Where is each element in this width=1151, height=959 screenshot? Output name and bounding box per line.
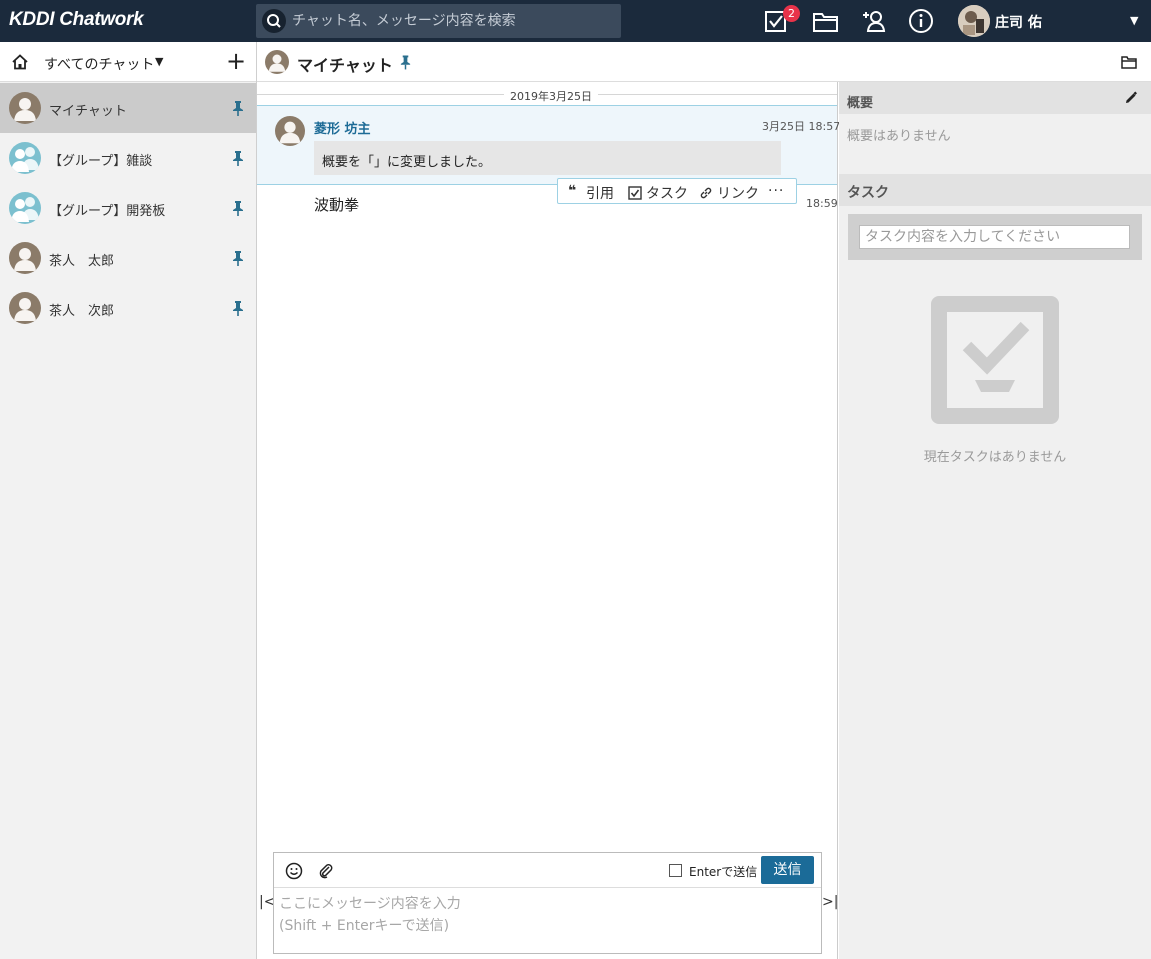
message[interactable]: 菱形 坊主 3月25日 18:57 概要を「」に変更しました。 bbox=[257, 105, 841, 185]
quote-button[interactable]: 引用 bbox=[586, 183, 614, 203]
avatar bbox=[9, 242, 41, 274]
enter-to-send-label[interactable]: Enterで送信 bbox=[689, 863, 757, 880]
avatar bbox=[9, 292, 41, 324]
attachment-icon[interactable] bbox=[317, 862, 335, 880]
avatar bbox=[265, 50, 289, 74]
folder-icon[interactable] bbox=[1121, 54, 1137, 70]
room-info-panel: 概要 概要はありません タスク 現在タスクはありません bbox=[839, 82, 1151, 959]
pin-icon[interactable] bbox=[231, 300, 245, 316]
collapse-right-icon[interactable]: >| bbox=[822, 894, 838, 910]
composer-toolbar: Enterで送信 送信 bbox=[274, 853, 821, 888]
sidebar-item-my-chat[interactable]: マイチャット bbox=[0, 83, 256, 133]
search-icon bbox=[262, 9, 286, 33]
caret-down-icon[interactable]: ▼ bbox=[155, 55, 163, 68]
pin-icon[interactable] bbox=[231, 200, 245, 216]
sidebar-item-group-chat[interactable]: 【グループ】雑談 bbox=[0, 133, 256, 183]
message-time: 3月25日 18:57 bbox=[762, 120, 841, 133]
task-header: タスク bbox=[839, 174, 1151, 206]
add-task-button[interactable]: タスク bbox=[646, 183, 688, 203]
task-badge: 2 bbox=[783, 5, 800, 22]
task-empty-text: 現在タスクはありません bbox=[923, 450, 1067, 465]
pin-icon[interactable] bbox=[231, 250, 245, 266]
avatar bbox=[9, 92, 41, 124]
pin-icon[interactable] bbox=[399, 54, 412, 70]
room-name: 茶人 次郎 bbox=[49, 304, 115, 319]
task-title: タスク bbox=[847, 185, 889, 201]
top-bar: KDDI Chatwork 2 庄司 佑 ▼ bbox=[0, 0, 1151, 42]
message-input[interactable] bbox=[279, 893, 814, 948]
task-icon[interactable] bbox=[628, 186, 642, 200]
sidebar-item-dev-board[interactable]: 【グループ】開発板 bbox=[0, 183, 256, 233]
home-icon[interactable] bbox=[11, 53, 29, 71]
message-body: 波動拳 bbox=[314, 196, 360, 214]
chat-main: マイチャット 2019年3月25日 菱形 坊主 3月25日 18:57 概要を「… bbox=[257, 42, 1151, 959]
room-filter-label[interactable]: すべてのチャット bbox=[44, 54, 154, 74]
summary-text: 概要はありません bbox=[847, 129, 951, 144]
room-list-panel: すべてのチャット ▼ + マイチャット 【グループ】雑談 【グループ】開発板 茶… bbox=[0, 42, 257, 959]
summary-title: 概要 bbox=[847, 96, 874, 111]
quote-icon[interactable]: ❝ bbox=[568, 183, 576, 199]
room-filter-bar: すべてのチャット ▼ + bbox=[0, 42, 256, 82]
task-add-box bbox=[848, 214, 1142, 260]
add-contact-icon[interactable] bbox=[859, 6, 889, 36]
caret-down-icon[interactable]: ▼ bbox=[1130, 14, 1138, 27]
date-label: 2019年3月25日 bbox=[504, 88, 598, 104]
logo[interactable]: KDDI Chatwork bbox=[9, 9, 144, 31]
sidebar-item-contact[interactable]: 茶人 太郎 bbox=[0, 233, 256, 283]
room-name: 【グループ】開発板 bbox=[49, 204, 166, 219]
add-chat-button[interactable]: + bbox=[226, 47, 246, 75]
pin-icon[interactable] bbox=[231, 100, 245, 116]
avatar[interactable] bbox=[275, 116, 305, 146]
emoji-icon[interactable] bbox=[285, 862, 303, 880]
avatar bbox=[9, 192, 41, 224]
message-time: 18:59 bbox=[806, 197, 838, 210]
user-name[interactable]: 庄司 佑 bbox=[995, 12, 1042, 32]
more-button[interactable]: ··· bbox=[768, 183, 784, 199]
search-box[interactable] bbox=[256, 4, 621, 38]
user-avatar[interactable] bbox=[958, 5, 990, 37]
message-composer: Enterで送信 送信 bbox=[273, 852, 822, 954]
sidebar-item-contact[interactable]: 茶人 次郎 bbox=[0, 283, 256, 333]
folder-icon[interactable] bbox=[811, 6, 841, 36]
task-input[interactable] bbox=[859, 225, 1130, 249]
room-header: マイチャット bbox=[257, 42, 1151, 82]
search-input[interactable] bbox=[292, 10, 612, 32]
avatar bbox=[9, 142, 41, 174]
link-button[interactable]: リンク bbox=[717, 183, 759, 203]
empty-task-icon bbox=[931, 296, 1059, 424]
room-title: マイチャット bbox=[297, 56, 393, 75]
message-body: 概要を「」に変更しました。 bbox=[314, 141, 781, 175]
room-name: 茶人 太郎 bbox=[49, 254, 115, 269]
room-name: マイチャット bbox=[49, 104, 127, 119]
pin-icon[interactable] bbox=[231, 150, 245, 166]
message-author[interactable]: 菱形 坊主 bbox=[314, 118, 371, 137]
summary-header: 概要 bbox=[839, 82, 1151, 114]
room-name: 【グループ】雑談 bbox=[49, 154, 153, 169]
edit-icon[interactable] bbox=[1124, 91, 1138, 105]
enter-to-send-checkbox[interactable] bbox=[669, 864, 682, 877]
link-icon[interactable] bbox=[699, 186, 713, 200]
info-icon[interactable] bbox=[906, 6, 936, 36]
send-button[interactable]: 送信 bbox=[761, 856, 814, 884]
message-actions: ❝ 引用 タスク リンク ··· bbox=[557, 178, 797, 204]
